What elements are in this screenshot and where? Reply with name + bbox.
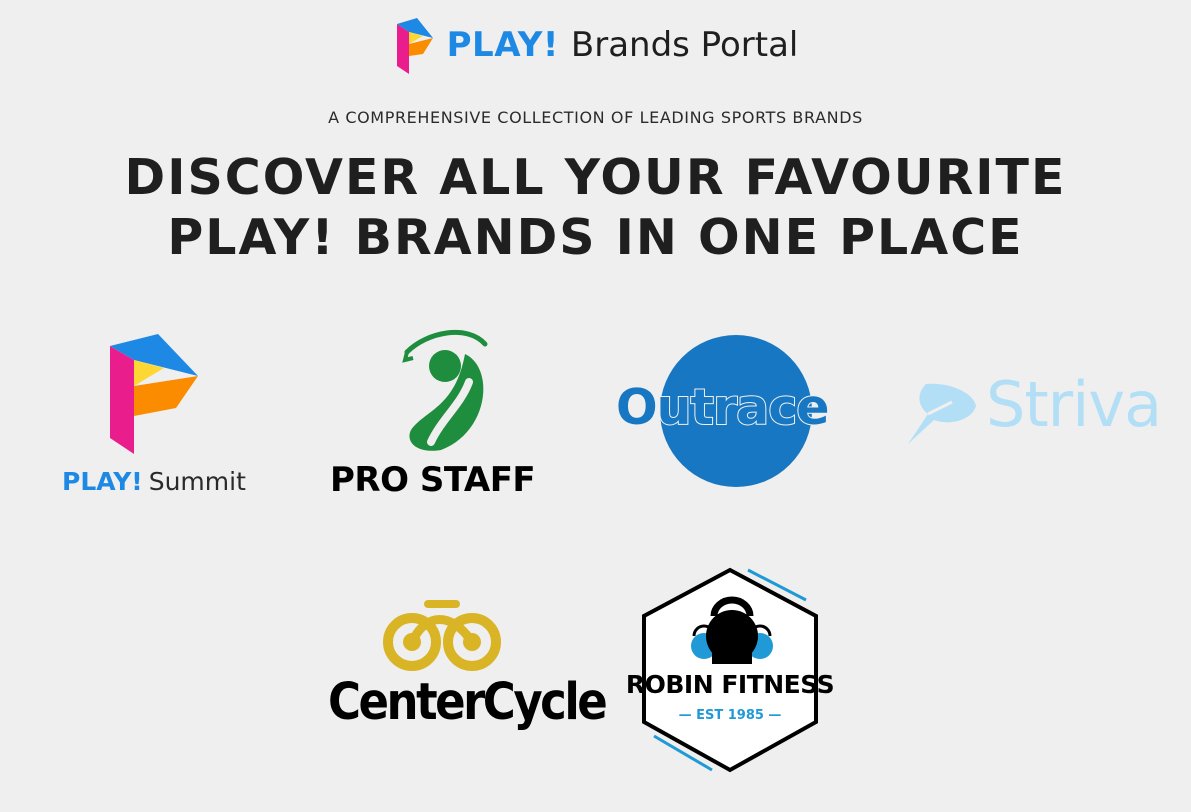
headline-line-2: PLAY! BRANDS IN ONE PLACE [167,209,1024,266]
page: PLAY! Brands Portal A COMPREHENSIVE COLL… [0,0,1191,812]
brand-tagline: — EST 1985 — [678,708,782,723]
brand-name: Summit [148,467,246,496]
play-p-logo-icon [110,334,198,454]
brand-label: PLAY! Summit [62,467,246,496]
brand-name: Striva [986,368,1162,441]
brand-tile-outrace[interactable]: Outrace [612,333,852,493]
golfer-swing-icon [402,329,488,451]
brand-name: CenterCycle [328,672,608,732]
brand-name: PLAY! [446,25,559,65]
brand-tile-pro-staff[interactable]: PRO STAFF [325,322,560,504]
brand-tile-play-summit[interactable]: PLAY! Summit [52,322,257,502]
brand-tile-robin-fitness[interactable]: ROBIN FITNESS — EST 1985 — [614,566,850,774]
brand-tile-striva[interactable]: Striva [902,368,1162,452]
tagline: A COMPREHENSIVE COLLECTION OF LEADING SP… [328,108,863,127]
play-p-logo-icon [396,18,433,74]
headline-line-1: DISCOVER ALL YOUR FAVOURITE [124,149,1067,206]
page-headline: DISCOVER ALL YOUR FAVOURITE PLAY! BRANDS… [0,148,1191,268]
portal-name: Brands Portal [570,25,799,65]
brand-prefix: PLAY! [62,467,143,496]
site-header: PLAY! Brands Portal [0,16,1191,74]
brand-tile-centercycle[interactable]: CenterCycle [322,592,608,742]
brand-name: Outrace [615,378,830,437]
brand-name: ROBIN FITNESS [625,670,835,699]
dart-arrow-icon [908,383,976,444]
brand-name: PRO STAFF [330,460,536,500]
bicycle-icon [383,600,501,671]
home-link[interactable]: PLAY! Brands Portal [393,16,799,74]
